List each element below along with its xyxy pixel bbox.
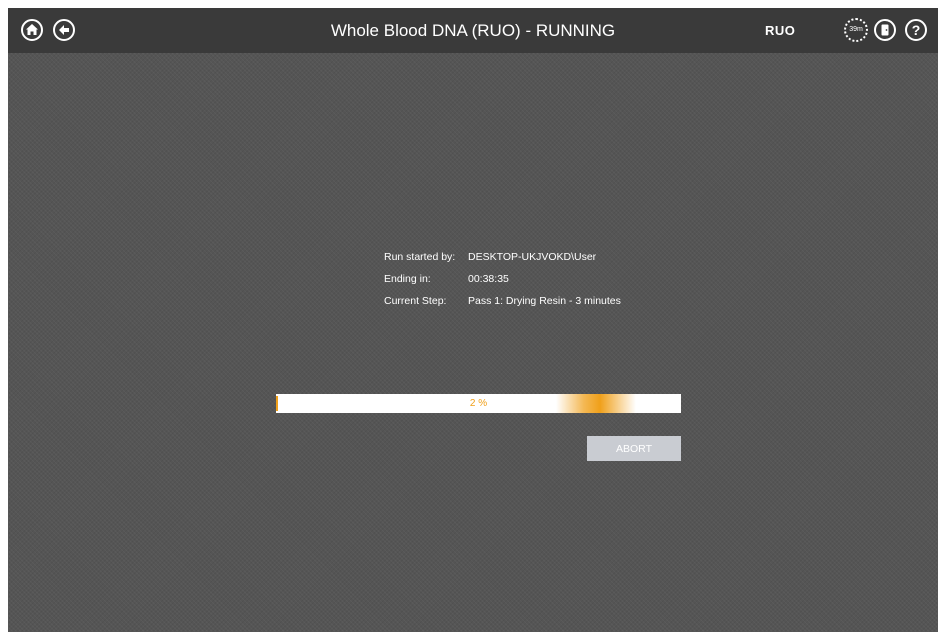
page-title: Whole Blood DNA (RUO) - RUNNING (330, 21, 616, 40)
progress-percent-label: 2 % (469, 398, 488, 409)
progress-bar: 2 % (276, 394, 681, 413)
current-step-value: Pass 1: Drying Resin - 3 minutes (468, 295, 621, 307)
exit-door-icon (881, 24, 889, 36)
app-window: Whole Blood DNA (RUO) - RUNNING RUO 39m … (8, 8, 938, 632)
run-info-panel: Run started by: DESKTOP-UKJVOKD\User Endi… (384, 246, 621, 312)
ending-in-label: Ending in: (384, 273, 431, 285)
current-step-label: Current Step: (384, 295, 447, 307)
run-started-label: Run started by: (384, 251, 456, 263)
run-started-row: Run started by: DESKTOP-UKJVOKD\User (384, 246, 621, 268)
ending-in-value: 00:38:35 (468, 273, 509, 285)
svg-text:?: ? (912, 22, 921, 38)
abort-button[interactable]: ABORT (587, 436, 681, 461)
run-started-value: DESKTOP-UKJVOKD\User (468, 251, 597, 263)
mode-badge: RUO (765, 23, 796, 38)
current-step-row: Current Step: Pass 1: Drying Resin - 3 mi… (384, 290, 621, 312)
exit-button[interactable] (874, 19, 896, 41)
timer-icon: 39m (849, 26, 863, 33)
ending-in-row: Ending in: 00:38:35 (384, 268, 621, 290)
help-button[interactable]: ? (905, 19, 927, 41)
timer-button[interactable]: 39m (844, 18, 868, 42)
top-bar: Whole Blood DNA (RUO) - RUNNING RUO 39m … (8, 8, 938, 53)
help-icon: ? (912, 22, 921, 38)
